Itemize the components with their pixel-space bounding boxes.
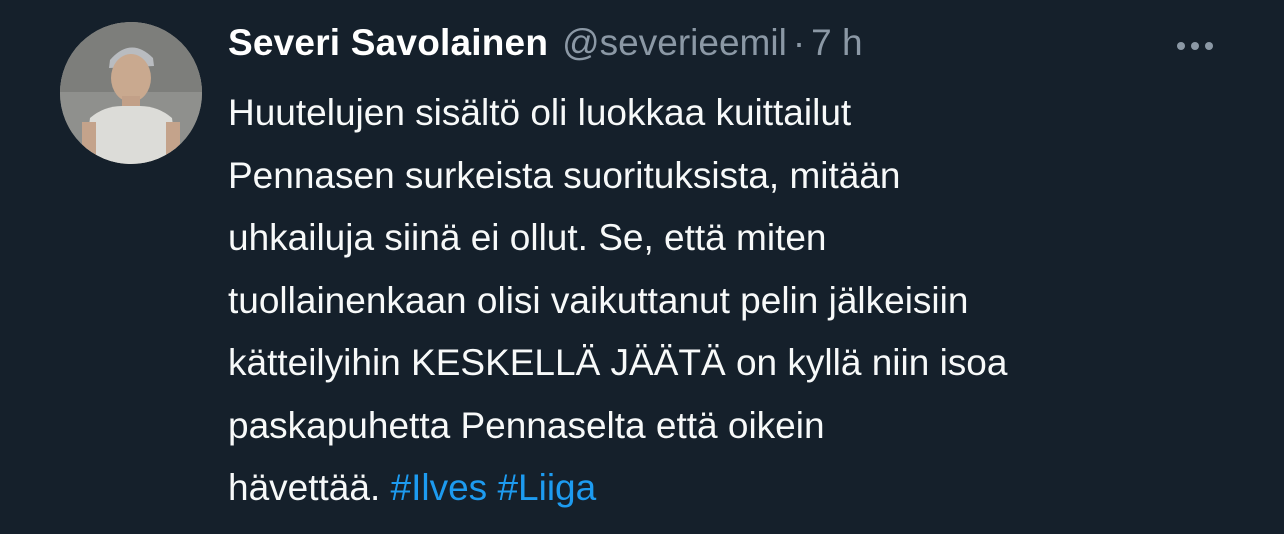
separator-dot: · (792, 22, 806, 63)
tweet-text-line: kätteilyihin KESKELLÄ JÄÄTÄ on kyllä nii… (228, 342, 1008, 383)
tweet-text-last-line: hävettää. #Ilves #Liiga (228, 457, 1268, 520)
tweet-timestamp[interactable]: 7 h (811, 22, 862, 64)
hashtag-link-liiga[interactable]: #Liiga (497, 467, 596, 508)
author-display-name[interactable]: Severi Savolainen (228, 22, 548, 64)
author-handle[interactable]: @severieemil (562, 22, 787, 64)
author-avatar[interactable] (60, 22, 202, 164)
tweet-header: Severi Savolainen @severieemil · 7 h (228, 22, 863, 70)
tweet-text-line: paskapuhetta Pennaselta että oikein (228, 404, 825, 446)
tweet[interactable]: Severi Savolainen @severieemil · 7 h Huu… (0, 0, 1284, 534)
tweet-text-line: uhkailuja siinä ei ollut. Se, että miten (228, 217, 827, 258)
tweet-text: Huutelujen sisältö oli luokkaa kuittailu… (228, 82, 1268, 520)
more-dot (1191, 42, 1199, 50)
more-options-icon[interactable] (1170, 26, 1220, 66)
tweet-text-line: Huutelujen sisältö oli luokkaa kuittailu… (228, 92, 852, 133)
more-dot (1205, 42, 1213, 50)
tweet-text-fragment: hävettää. (228, 467, 381, 508)
tweet-text-line: tuollainenkaan olisi vaikuttanut pelin j… (228, 279, 969, 321)
hashtag-link-ilves[interactable]: #Ilves (391, 467, 488, 508)
tweet-text-line: Pennasen surkeista suorituksista, mitään (228, 154, 901, 196)
more-dot (1177, 42, 1185, 50)
